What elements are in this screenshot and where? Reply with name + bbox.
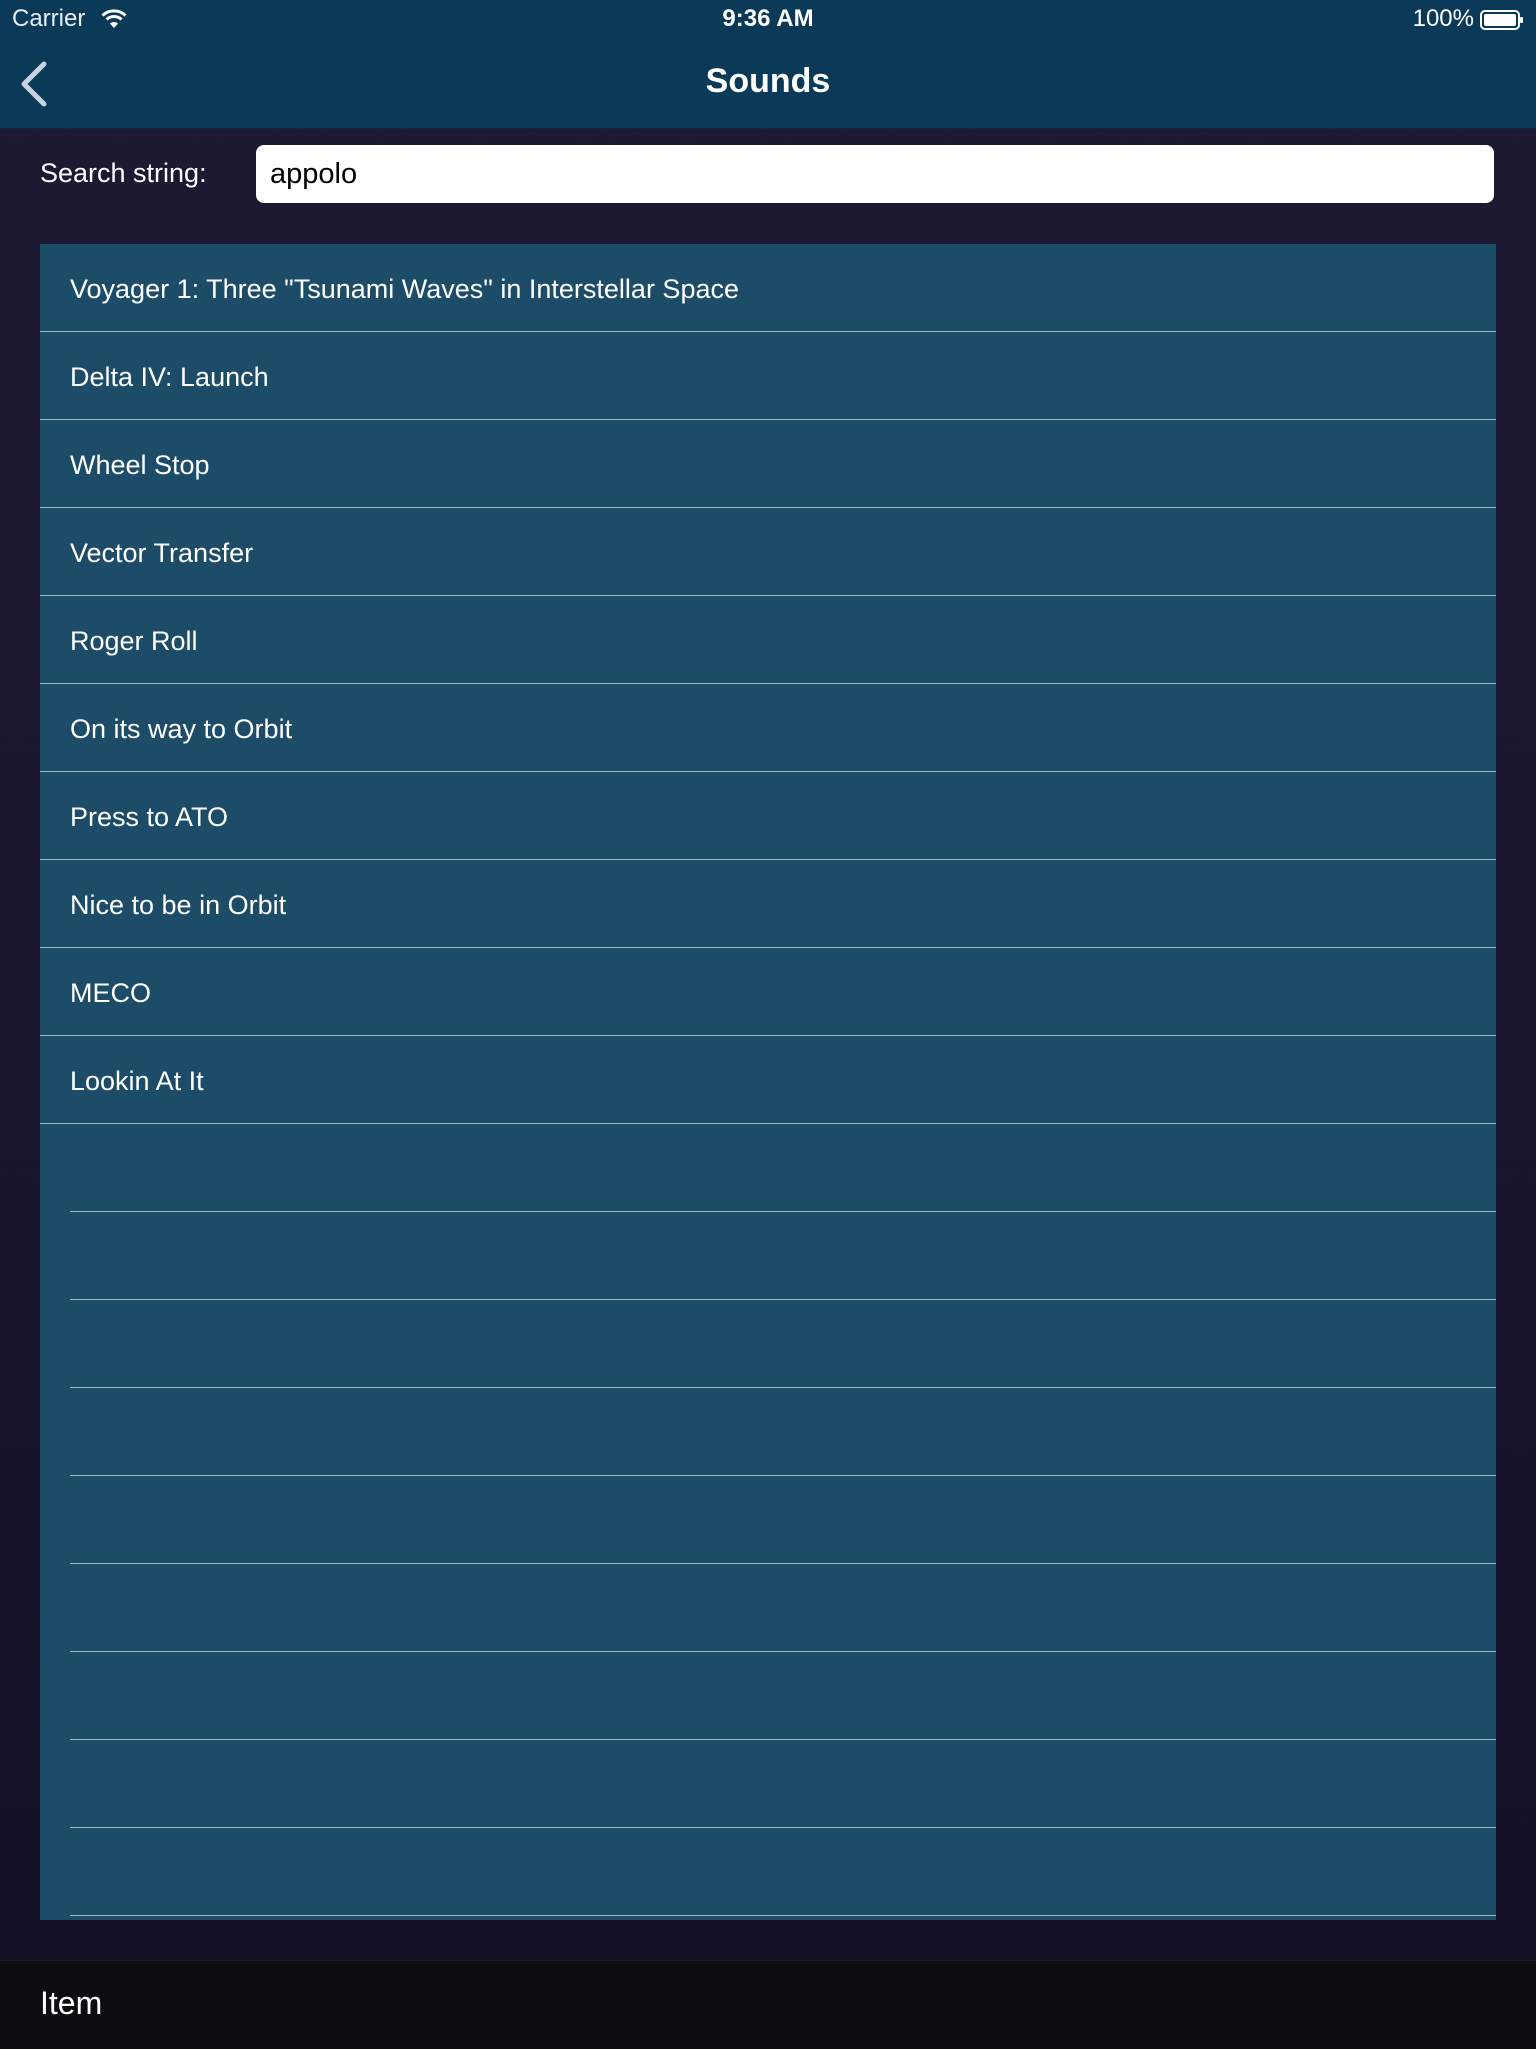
navigation-bar: Sounds (0, 40, 1536, 128)
empty-row (40, 1652, 1496, 1740)
tab-bar: Item (0, 1960, 1536, 2049)
list-item[interactable]: On its way to Orbit (40, 684, 1496, 772)
list-item[interactable]: Press to ATO (40, 772, 1496, 860)
empty-row (40, 1564, 1496, 1652)
list-item-label: On its way to Orbit (70, 714, 293, 744)
results-table[interactable]: Voyager 1: Three "Tsunami Waves" in Inte… (40, 244, 1496, 1920)
empty-row (40, 1212, 1496, 1300)
status-time: 9:36 AM (722, 5, 814, 32)
list-item-label: Voyager 1: Three "Tsunami Waves" in Inte… (70, 274, 739, 304)
top-bar: Carrier 9:36 AM 100% Sounds (0, 0, 1536, 129)
list-item[interactable]: Delta IV: Launch (40, 332, 1496, 420)
empty-row (40, 1124, 1496, 1212)
list-item[interactable]: Nice to be in Orbit (40, 860, 1496, 948)
list-item-label: Vector Transfer (70, 538, 254, 568)
list-item-label: Press to ATO (70, 802, 229, 832)
tab-item[interactable]: Item (40, 1985, 102, 2022)
list-item-label: Wheel Stop (70, 450, 210, 480)
empty-row (40, 1476, 1496, 1564)
empty-row (40, 1300, 1496, 1388)
list-item[interactable]: Vector Transfer (40, 508, 1496, 596)
search-label: Search string: (40, 158, 207, 188)
row-separator (70, 1915, 1496, 1916)
list-item-label: MECO (70, 978, 151, 1008)
list-item[interactable]: Roger Roll (40, 596, 1496, 684)
empty-row (40, 1828, 1496, 1916)
list-item[interactable]: Wheel Stop (40, 420, 1496, 508)
list-item-label: Roger Roll (70, 626, 198, 656)
list-item[interactable]: Voyager 1: Three "Tsunami Waves" in Inte… (40, 244, 1496, 332)
list-item-label: Lookin At It (70, 1066, 204, 1096)
battery-percentage: 100% (1412, 5, 1474, 32)
list-item[interactable]: Lookin At It (40, 1036, 1496, 1124)
list-item-label: Delta IV: Launch (70, 362, 269, 392)
list-item[interactable]: MECO (40, 948, 1496, 1036)
battery-full-icon (1480, 10, 1523, 30)
page-title: Sounds (705, 62, 831, 100)
list-item-label: Nice to be in Orbit (70, 890, 287, 920)
search-input[interactable] (256, 145, 1494, 203)
status-bar: Carrier 9:36 AM 100% (0, 0, 1536, 40)
empty-row (40, 1740, 1496, 1828)
empty-row (40, 1388, 1496, 1476)
